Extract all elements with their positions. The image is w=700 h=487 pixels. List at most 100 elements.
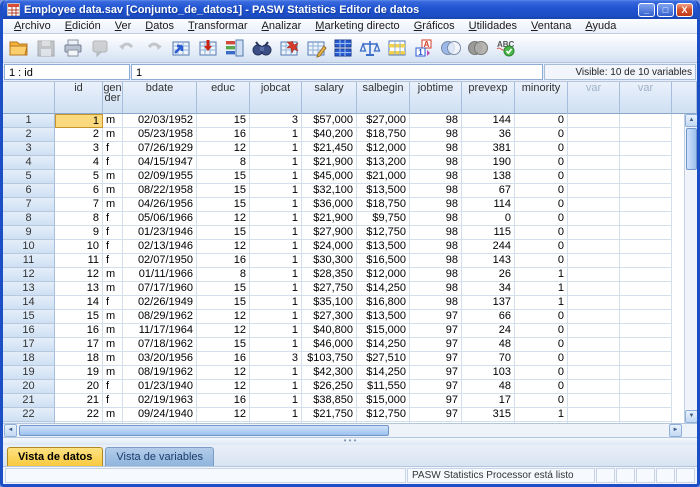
cell[interactable]: $9,750 [357,212,410,226]
column-header-salbegin[interactable]: salbegin [357,82,410,114]
cell[interactable]: 09/24/1940 [123,408,197,422]
cell[interactable]: $15,000 [357,324,410,338]
cell[interactable]: $45,000 [302,170,357,184]
cell[interactable]: 1 [515,422,568,423]
cell[interactable]: $30,300 [302,254,357,268]
cell[interactable]: 1 [250,324,302,338]
cell[interactable]: 02/07/1950 [123,254,197,268]
cell[interactable]: 15 [197,184,250,198]
cell[interactable]: $36,000 [302,198,357,212]
cell[interactable] [568,296,620,310]
vertical-scrollbar[interactable]: ▲ ▼ [684,114,697,423]
cell[interactable]: m [103,338,123,352]
cell[interactable]: 4 [55,156,103,170]
cell[interactable]: 15 [55,310,103,324]
print-icon[interactable] [60,36,86,61]
cell[interactable]: 01/23/1940 [123,380,197,394]
cell[interactable]: m [103,184,123,198]
cell[interactable]: 15 [197,198,250,212]
weight-cases-icon[interactable] [357,36,383,61]
cell[interactable]: $40,200 [302,128,357,142]
cell[interactable]: 0 [515,366,568,380]
cell[interactable] [568,184,620,198]
cell[interactable]: 1 [250,156,302,170]
cell[interactable]: 98 [410,296,462,310]
cell[interactable]: $18,750 [357,128,410,142]
cell[interactable]: 0 [515,338,568,352]
cell[interactable]: 315 [462,408,515,422]
cell[interactable]: 190 [462,156,515,170]
cell[interactable] [620,268,672,282]
cell[interactable]: $21,900 [302,156,357,170]
split-file-icon[interactable] [330,36,356,61]
cell[interactable]: $32,100 [302,184,357,198]
cell[interactable] [620,282,672,296]
cell[interactable]: 15 [197,296,250,310]
cell[interactable]: $13,500 [357,310,410,324]
cell[interactable]: f [103,254,123,268]
cell[interactable] [620,128,672,142]
cell[interactable]: 1 [250,212,302,226]
cell[interactable]: 97 [410,324,462,338]
select-cases-icon[interactable] [384,36,410,61]
cell[interactable] [568,282,620,296]
cell[interactable]: $12,000 [357,142,410,156]
scroll-right-icon[interactable]: ► [669,424,682,437]
cell[interactable]: 1 [250,408,302,422]
cell[interactable]: 04/15/1947 [123,156,197,170]
row-header-7[interactable]: 7 [3,198,55,212]
variables-icon[interactable] [222,36,248,61]
cell[interactable]: 115 [462,226,515,240]
cell[interactable]: 1 [515,408,568,422]
cell[interactable] [620,394,672,408]
cell[interactable]: m [103,282,123,296]
cell[interactable]: 11 [55,254,103,268]
cell[interactable]: 1 [250,184,302,198]
show-all-variables-icon[interactable] [465,36,491,61]
scroll-up-icon[interactable]: ▲ [685,114,697,127]
cell[interactable]: 07/17/1960 [123,282,197,296]
cell[interactable]: 1 [250,240,302,254]
cell[interactable]: f [103,296,123,310]
cell[interactable]: 97 [410,380,462,394]
cell[interactable]: 138 [462,170,515,184]
cell[interactable]: $40,800 [302,324,357,338]
horizontal-scroll-thumb[interactable] [19,425,389,436]
cell[interactable] [568,170,620,184]
row-header-8[interactable]: 8 [3,212,55,226]
cell[interactable]: 05/06/1966 [123,212,197,226]
cell[interactable] [620,170,672,184]
cell[interactable]: $14,250 [357,338,410,352]
cell[interactable]: 9 [55,226,103,240]
row-header-20[interactable]: 20 [3,380,55,394]
use-variable-sets-icon[interactable] [438,36,464,61]
cell[interactable]: 1 [250,254,302,268]
maximize-button[interactable]: □ [657,3,674,17]
column-header-jobcat[interactable]: jobcat [250,82,302,114]
cell[interactable]: 19 [55,366,103,380]
cell[interactable]: 15 [197,170,250,184]
cell[interactable]: $24,000 [302,422,357,423]
cell[interactable]: 17 [462,394,515,408]
cell[interactable]: m [103,128,123,142]
column-header-minority[interactable]: minority [515,82,568,114]
cell[interactable] [568,212,620,226]
cell[interactable]: 12 [197,366,250,380]
row-header-18[interactable]: 18 [3,352,55,366]
cell[interactable]: 0 [515,240,568,254]
cell[interactable]: 0 [515,324,568,338]
cell[interactable] [568,268,620,282]
cell[interactable] [568,366,620,380]
cell[interactable]: f [103,240,123,254]
cell[interactable]: 1 [250,422,302,423]
cell[interactable]: 10 [55,240,103,254]
cell[interactable]: 23 [55,422,103,423]
cell[interactable]: 0 [515,170,568,184]
cell[interactable]: 0 [515,310,568,324]
minimize-button[interactable]: _ [638,3,655,17]
cell[interactable]: $38,850 [302,394,357,408]
cell[interactable]: f [103,212,123,226]
cell[interactable]: $14,250 [357,366,410,380]
cell[interactable]: $13,200 [357,156,410,170]
row-header-14[interactable]: 14 [3,296,55,310]
